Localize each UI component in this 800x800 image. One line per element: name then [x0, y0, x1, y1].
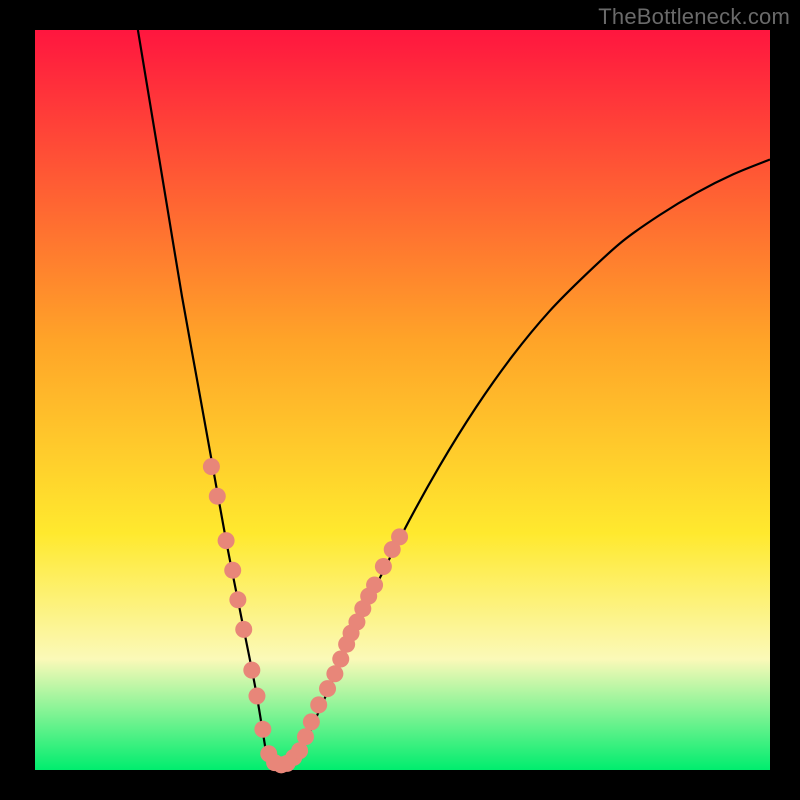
- data-marker: [248, 688, 265, 705]
- bottleneck-chart: [0, 0, 800, 800]
- data-marker: [332, 651, 349, 668]
- chart-frame: TheBottleneck.com: [0, 0, 800, 800]
- data-marker: [235, 621, 252, 638]
- data-marker: [209, 488, 226, 505]
- data-marker: [310, 696, 327, 713]
- data-marker: [297, 728, 314, 745]
- data-marker: [203, 458, 220, 475]
- data-marker: [375, 558, 392, 575]
- data-marker: [326, 665, 343, 682]
- data-marker: [218, 532, 235, 549]
- data-marker: [243, 662, 260, 679]
- data-marker: [224, 562, 241, 579]
- plot-area: [35, 30, 770, 770]
- data-marker: [319, 680, 336, 697]
- data-marker: [254, 721, 271, 738]
- data-marker: [303, 713, 320, 730]
- data-marker: [366, 577, 383, 594]
- data-marker: [229, 591, 246, 608]
- data-marker: [391, 528, 408, 545]
